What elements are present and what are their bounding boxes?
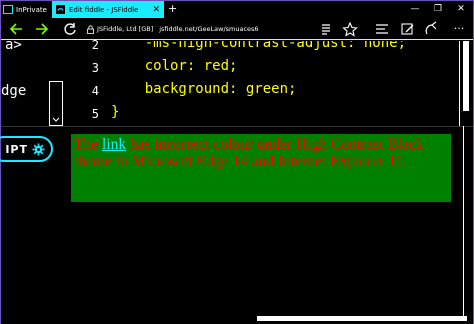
chevron-down-icon[interactable] (51, 116, 61, 124)
line-number: 4 (91, 84, 99, 98)
html-panel-scrollbar[interactable] (49, 81, 63, 126)
close-icon[interactable]: ✕ (152, 5, 160, 15)
result-preview: The link has incorrect colour under High… (71, 134, 451, 202)
script-tab-label: IPT (5, 142, 28, 156)
refresh-icon[interactable] (61, 21, 79, 37)
html-fragment-line: dge (1, 83, 27, 99)
back-icon[interactable] (7, 21, 25, 37)
inprivate-label: InPrivate (16, 5, 47, 14)
more-icon[interactable]: ··· (449, 20, 469, 37)
result-text-after: has incorrect colour under High Contrast… (74, 136, 424, 170)
forward-icon[interactable] (33, 21, 51, 37)
navigation-bar: JSFiddle, Ltd [GB] jsfiddle.net/GeeLaw/s… (1, 18, 473, 40)
scrollbar-thumb[interactable] (463, 41, 469, 111)
javascript-settings-button[interactable]: IPT (0, 136, 53, 162)
new-tab-icon[interactable]: + (168, 1, 177, 17)
panel-divider[interactable] (1, 126, 473, 132)
code-line: -ms-high-contrast-adjust: none; (111, 41, 407, 51)
restore-icon[interactable]: ❐ (428, 1, 448, 18)
code-line: color: red; (111, 58, 238, 74)
code-line: } (111, 104, 120, 120)
tab-jsfiddle[interactable]: Edit fiddle - JSFiddle ✕ (52, 1, 164, 18)
favorite-icon[interactable] (341, 21, 359, 37)
gear-icon (32, 142, 45, 156)
inprivate-indicator: InPrivate (3, 2, 51, 17)
tab-bar: InPrivate Edit fiddle - JSFiddle ✕ + — ❐… (1, 1, 473, 18)
horizontal-scrollbar[interactable] (257, 316, 467, 321)
line-number: 5 (91, 107, 99, 121)
reading-view-icon[interactable] (319, 21, 337, 37)
line-number: 2 (91, 38, 99, 52)
minimize-icon[interactable]: — (405, 1, 425, 18)
inprivate-icon (3, 5, 13, 14)
window-close-icon[interactable]: ✕ (451, 1, 471, 18)
result-text-before: The (74, 136, 102, 153)
address-url[interactable]: jsfiddle.net/GeeLaw/smuaces6 (159, 25, 258, 33)
web-note-icon[interactable] (399, 21, 417, 37)
jsfiddle-workspace: a> dge 2 3 4 5 -ms-high-contrast-adjust:… (0, 38, 473, 324)
site-identity: JSFiddle, Ltd [GB] (97, 25, 154, 33)
lock-icon (87, 24, 94, 34)
code-line: background: green; (111, 81, 297, 97)
css-code-editor[interactable]: -ms-high-contrast-adjust: none; color: r… (107, 41, 457, 126)
result-paragraph: The link has incorrect colour under High… (74, 136, 448, 170)
line-number: 3 (91, 61, 99, 75)
html-fragment-line: a> (5, 41, 22, 53)
address-bar[interactable]: JSFiddle, Ltd [GB] jsfiddle.net/GeeLaw/s… (87, 22, 337, 36)
result-link[interactable]: link (102, 136, 126, 153)
line-number-gutter: 2 3 4 5 (65, 38, 105, 126)
code-editor-scrollbar[interactable] (459, 41, 473, 126)
tab-title: Edit fiddle - JSFiddle (69, 5, 139, 14)
share-icon[interactable] (423, 21, 441, 37)
hub-icon[interactable] (373, 21, 391, 37)
jsfiddle-favicon (56, 5, 65, 14)
result-scrollbar[interactable] (463, 126, 473, 321)
